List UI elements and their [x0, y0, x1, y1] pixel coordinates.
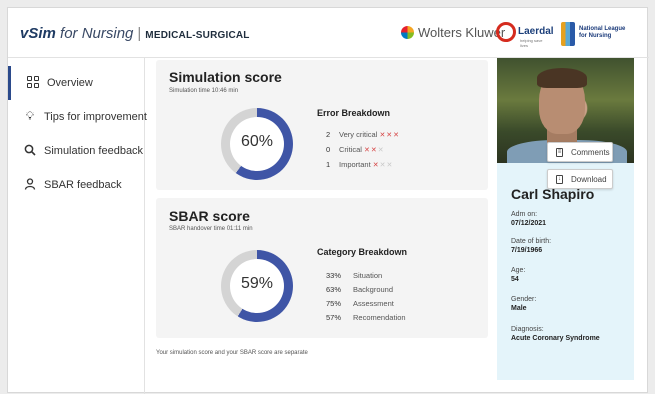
category-row: 75% Assessment [326, 299, 394, 308]
wolters-kluwer-logo: Wolters Kluwer [401, 25, 505, 40]
error-breakdown-title: Error Breakdown [317, 108, 391, 118]
simulation-score-percent: 60% [240, 133, 274, 150]
grid-icon [27, 76, 39, 88]
error-row: 1 Important ✕✕✕ [326, 160, 393, 169]
search-icon [24, 144, 36, 156]
laerdal-logo: Laerdal helping save lives [496, 22, 554, 48]
sidebar-item-label: SBAR feedback [44, 179, 122, 191]
error-label: Very critical [339, 130, 378, 139]
error-label: Critical [339, 145, 362, 154]
category-breakdown-title: Category Breakdown [317, 247, 408, 257]
category-label: Background [353, 285, 394, 294]
simulation-time: Simulation time 10:46 min [169, 88, 239, 94]
error-count: 1 [326, 160, 331, 169]
category-percent: 63% [326, 285, 342, 294]
sidebar-item-simulation-feedback[interactable]: Simulation feedback [8, 134, 145, 168]
admission-value: 07/12/2021 [511, 220, 547, 227]
diagnosis-value: Acute Coronary Syndrome [511, 335, 600, 342]
patient-name: Carl Shapiro [511, 186, 595, 202]
sidebar-item-label: Overview [47, 77, 93, 89]
nln-logo: National League for Nursing [561, 22, 647, 48]
category-label: Situation [353, 271, 383, 280]
error-marks-icon: ✕✕ [364, 147, 378, 154]
download-label: Download [571, 174, 607, 184]
simulation-score-title: Simulation score [169, 69, 282, 85]
category-percent: 57% [326, 313, 342, 322]
app-window: vSim for Nursing | MEDICAL-SURGICAL Wolter… [7, 7, 649, 394]
nln-line2: for Nursing [579, 33, 612, 39]
lightbulb-icon: 💡︎ [25, 109, 35, 123]
empty-marks-icon: ✕ [377, 147, 385, 154]
nln-label: National League for Nursing [579, 26, 625, 40]
patient-panel: ≡ Comments ↓ Download Carl Shapiro Adm on:… [497, 58, 634, 380]
sbar-score-title: SBAR score [169, 208, 250, 224]
download-icon: ↓ [556, 174, 563, 184]
sidebar: Overview 💡︎ Tips for improvement Simulat… [8, 58, 147, 394]
brand-for-nursing: for Nursing [55, 25, 134, 42]
sidebar-item-tips[interactable]: 💡︎ Tips for improvement [8, 100, 147, 134]
nln-line1: National League [579, 26, 626, 32]
error-marks-icon: ✕✕✕ [379, 132, 401, 139]
age-label: Age: [511, 267, 526, 274]
error-marks-icon: ✕ [372, 162, 380, 169]
brand-vsim: vSim [20, 25, 56, 42]
wolters-kluwer-label: Wolters Kluwer [418, 25, 506, 40]
dob-value: 7/19/1966 [511, 247, 543, 254]
app-brand: vSim for Nursing | MEDICAL-SURGICAL [20, 25, 250, 42]
nln-icon [561, 22, 575, 46]
error-count: 2 [326, 130, 331, 139]
footer-note: Your simulation score and your SBAR scor… [156, 350, 308, 356]
sbar-score-donut: 59% [221, 250, 293, 322]
dob-label: Date of birth: [511, 238, 552, 245]
laerdal-tagline: helping save lives [520, 38, 543, 48]
error-label: Important [339, 160, 371, 169]
age-value: 54 [511, 276, 519, 283]
error-count: 0 [326, 145, 331, 154]
category-row: 33% Situation [326, 271, 382, 280]
category-percent: 33% [326, 271, 342, 280]
diagnosis-label: Diagnosis: [511, 326, 544, 333]
category-label: Recomendation [353, 313, 406, 322]
error-row: 2 Very critical ✕✕✕ [326, 130, 400, 139]
simulation-score-card: Simulation score Simulation time 10:46 m… [156, 60, 488, 190]
comments-button[interactable]: ≡ Comments [547, 142, 613, 162]
gender-label: Gender: [511, 296, 537, 303]
laerdal-icon [496, 22, 516, 42]
sbar-handover-time: SBAR handover time 01:11 min [169, 226, 253, 232]
sidebar-item-label: Tips for improvement [44, 111, 147, 123]
header-bar: vSim for Nursing | MEDICAL-SURGICAL Wolter… [8, 8, 649, 58]
category-row: 57% Recomendation [326, 313, 406, 322]
brand-module: MEDICAL-SURGICAL [145, 30, 250, 41]
sidebar-item-label: Simulation feedback [44, 145, 144, 157]
brand-separator: | [137, 25, 142, 42]
sidebar-item-overview[interactable]: Overview [8, 66, 145, 100]
laerdal-label: Laerdal [518, 26, 554, 37]
admission-label: Adm on: [511, 211, 538, 218]
person-icon [24, 178, 36, 190]
comments-label: Comments [571, 147, 610, 157]
empty-marks-icon: ✕✕ [379, 162, 394, 169]
sbar-score-card: SBAR score SBAR handover time 01:11 min … [156, 198, 488, 338]
error-row: 0 Critical ✕✕✕ [326, 145, 385, 154]
document-icon: ≡ [556, 147, 563, 157]
category-row: 63% Background [326, 285, 393, 294]
category-label: Assessment [353, 299, 394, 308]
wolters-kluwer-icon [401, 26, 414, 39]
sidebar-item-sbar-feedback[interactable]: SBAR feedback [8, 168, 145, 202]
simulation-score-donut: 60% [221, 108, 293, 180]
gender-value: Male [511, 305, 527, 312]
category-percent: 75% [326, 299, 342, 308]
sbar-score-percent: 59% [240, 275, 274, 292]
